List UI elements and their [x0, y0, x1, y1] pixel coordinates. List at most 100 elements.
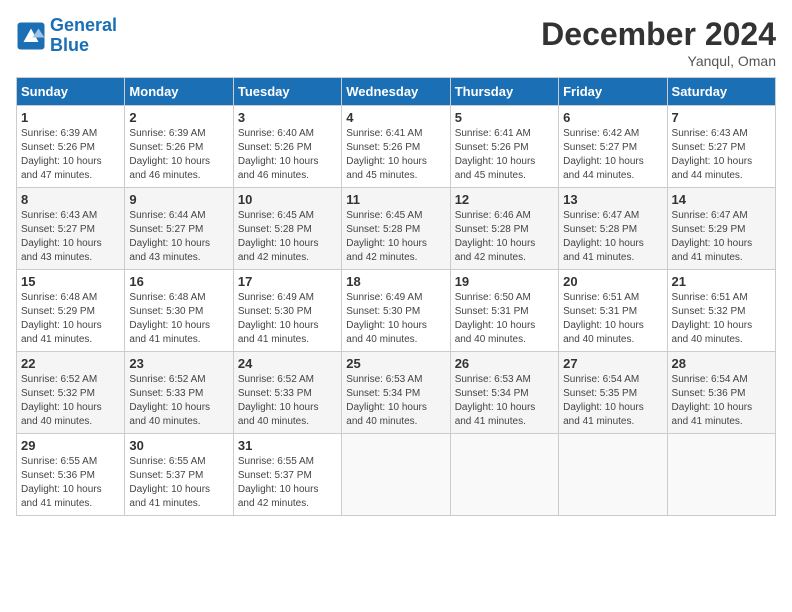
- day-number: 5: [455, 110, 554, 125]
- weekday-header-row: SundayMondayTuesdayWednesdayThursdayFrid…: [17, 78, 776, 106]
- weekday-header: Tuesday: [233, 78, 341, 106]
- day-info: Sunrise: 6:51 AM Sunset: 5:31 PM Dayligh…: [563, 291, 662, 347]
- day-info: Sunrise: 6:41 AM Sunset: 5:26 PM Dayligh…: [455, 127, 554, 183]
- day-info: Sunrise: 6:42 AM Sunset: 5:27 PM Dayligh…: [563, 127, 662, 183]
- day-info: Sunrise: 6:43 AM Sunset: 5:27 PM Dayligh…: [21, 209, 120, 265]
- day-info: Sunrise: 6:52 AM Sunset: 5:32 PM Dayligh…: [21, 373, 120, 429]
- calendar-cell: 24 Sunrise: 6:52 AM Sunset: 5:33 PM Dayl…: [233, 352, 341, 434]
- calendar-cell: 27 Sunrise: 6:54 AM Sunset: 5:35 PM Dayl…: [559, 352, 667, 434]
- day-number: 7: [672, 110, 771, 125]
- day-info: Sunrise: 6:45 AM Sunset: 5:28 PM Dayligh…: [346, 209, 445, 265]
- day-number: 30: [129, 438, 228, 453]
- calendar-cell: [559, 434, 667, 516]
- day-info: Sunrise: 6:39 AM Sunset: 5:26 PM Dayligh…: [21, 127, 120, 183]
- calendar-cell: 7 Sunrise: 6:43 AM Sunset: 5:27 PM Dayli…: [667, 106, 775, 188]
- day-info: Sunrise: 6:46 AM Sunset: 5:28 PM Dayligh…: [455, 209, 554, 265]
- day-number: 12: [455, 192, 554, 207]
- calendar-cell: 12 Sunrise: 6:46 AM Sunset: 5:28 PM Dayl…: [450, 188, 558, 270]
- day-number: 20: [563, 274, 662, 289]
- day-number: 25: [346, 356, 445, 371]
- day-number: 15: [21, 274, 120, 289]
- title-area: December 2024 Yanqul, Oman: [541, 16, 776, 69]
- day-info: Sunrise: 6:43 AM Sunset: 5:27 PM Dayligh…: [672, 127, 771, 183]
- day-number: 31: [238, 438, 337, 453]
- day-number: 4: [346, 110, 445, 125]
- day-info: Sunrise: 6:54 AM Sunset: 5:36 PM Dayligh…: [672, 373, 771, 429]
- day-info: Sunrise: 6:41 AM Sunset: 5:26 PM Dayligh…: [346, 127, 445, 183]
- calendar-cell: 13 Sunrise: 6:47 AM Sunset: 5:28 PM Dayl…: [559, 188, 667, 270]
- day-number: 11: [346, 192, 445, 207]
- calendar-cell: 10 Sunrise: 6:45 AM Sunset: 5:28 PM Dayl…: [233, 188, 341, 270]
- day-number: 6: [563, 110, 662, 125]
- calendar-cell: 15 Sunrise: 6:48 AM Sunset: 5:29 PM Dayl…: [17, 270, 125, 352]
- day-number: 9: [129, 192, 228, 207]
- day-number: 1: [21, 110, 120, 125]
- calendar-cell: 25 Sunrise: 6:53 AM Sunset: 5:34 PM Dayl…: [342, 352, 450, 434]
- month-title: December 2024: [541, 16, 776, 53]
- day-number: 24: [238, 356, 337, 371]
- day-info: Sunrise: 6:52 AM Sunset: 5:33 PM Dayligh…: [238, 373, 337, 429]
- day-number: 27: [563, 356, 662, 371]
- day-info: Sunrise: 6:53 AM Sunset: 5:34 PM Dayligh…: [346, 373, 445, 429]
- day-number: 26: [455, 356, 554, 371]
- day-info: Sunrise: 6:49 AM Sunset: 5:30 PM Dayligh…: [238, 291, 337, 347]
- calendar-week-row: 8 Sunrise: 6:43 AM Sunset: 5:27 PM Dayli…: [17, 188, 776, 270]
- calendar-cell: 26 Sunrise: 6:53 AM Sunset: 5:34 PM Dayl…: [450, 352, 558, 434]
- calendar-cell: 17 Sunrise: 6:49 AM Sunset: 5:30 PM Dayl…: [233, 270, 341, 352]
- day-info: Sunrise: 6:48 AM Sunset: 5:29 PM Dayligh…: [21, 291, 120, 347]
- logo-icon: [16, 21, 46, 51]
- day-number: 14: [672, 192, 771, 207]
- day-info: Sunrise: 6:45 AM Sunset: 5:28 PM Dayligh…: [238, 209, 337, 265]
- weekday-header: Sunday: [17, 78, 125, 106]
- day-number: 23: [129, 356, 228, 371]
- calendar-cell: 11 Sunrise: 6:45 AM Sunset: 5:28 PM Dayl…: [342, 188, 450, 270]
- weekday-header: Wednesday: [342, 78, 450, 106]
- day-number: 16: [129, 274, 228, 289]
- calendar-cell: 2 Sunrise: 6:39 AM Sunset: 5:26 PM Dayli…: [125, 106, 233, 188]
- day-info: Sunrise: 6:44 AM Sunset: 5:27 PM Dayligh…: [129, 209, 228, 265]
- calendar-week-row: 15 Sunrise: 6:48 AM Sunset: 5:29 PM Dayl…: [17, 270, 776, 352]
- day-info: Sunrise: 6:54 AM Sunset: 5:35 PM Dayligh…: [563, 373, 662, 429]
- calendar-cell: 16 Sunrise: 6:48 AM Sunset: 5:30 PM Dayl…: [125, 270, 233, 352]
- day-number: 22: [21, 356, 120, 371]
- calendar-cell: 23 Sunrise: 6:52 AM Sunset: 5:33 PM Dayl…: [125, 352, 233, 434]
- weekday-header: Monday: [125, 78, 233, 106]
- calendar-cell: 3 Sunrise: 6:40 AM Sunset: 5:26 PM Dayli…: [233, 106, 341, 188]
- day-number: 8: [21, 192, 120, 207]
- day-info: Sunrise: 6:52 AM Sunset: 5:33 PM Dayligh…: [129, 373, 228, 429]
- day-info: Sunrise: 6:55 AM Sunset: 5:36 PM Dayligh…: [21, 455, 120, 511]
- day-number: 18: [346, 274, 445, 289]
- calendar-cell: 30 Sunrise: 6:55 AM Sunset: 5:37 PM Dayl…: [125, 434, 233, 516]
- calendar-cell: 4 Sunrise: 6:41 AM Sunset: 5:26 PM Dayli…: [342, 106, 450, 188]
- calendar-cell: 6 Sunrise: 6:42 AM Sunset: 5:27 PM Dayli…: [559, 106, 667, 188]
- day-info: Sunrise: 6:55 AM Sunset: 5:37 PM Dayligh…: [238, 455, 337, 511]
- calendar-cell: 19 Sunrise: 6:50 AM Sunset: 5:31 PM Dayl…: [450, 270, 558, 352]
- calendar-table: SundayMondayTuesdayWednesdayThursdayFrid…: [16, 77, 776, 516]
- calendar-week-row: 29 Sunrise: 6:55 AM Sunset: 5:36 PM Dayl…: [17, 434, 776, 516]
- calendar-cell: 22 Sunrise: 6:52 AM Sunset: 5:32 PM Dayl…: [17, 352, 125, 434]
- day-number: 10: [238, 192, 337, 207]
- day-number: 17: [238, 274, 337, 289]
- calendar-cell: 9 Sunrise: 6:44 AM Sunset: 5:27 PM Dayli…: [125, 188, 233, 270]
- calendar-cell: 8 Sunrise: 6:43 AM Sunset: 5:27 PM Dayli…: [17, 188, 125, 270]
- day-number: 29: [21, 438, 120, 453]
- calendar-week-row: 22 Sunrise: 6:52 AM Sunset: 5:32 PM Dayl…: [17, 352, 776, 434]
- weekday-header: Thursday: [450, 78, 558, 106]
- calendar-cell: 21 Sunrise: 6:51 AM Sunset: 5:32 PM Dayl…: [667, 270, 775, 352]
- calendar-cell: [342, 434, 450, 516]
- day-number: 21: [672, 274, 771, 289]
- day-info: Sunrise: 6:47 AM Sunset: 5:28 PM Dayligh…: [563, 209, 662, 265]
- day-number: 13: [563, 192, 662, 207]
- day-info: Sunrise: 6:40 AM Sunset: 5:26 PM Dayligh…: [238, 127, 337, 183]
- day-info: Sunrise: 6:49 AM Sunset: 5:30 PM Dayligh…: [346, 291, 445, 347]
- day-info: Sunrise: 6:55 AM Sunset: 5:37 PM Dayligh…: [129, 455, 228, 511]
- calendar-cell: [667, 434, 775, 516]
- day-number: 28: [672, 356, 771, 371]
- calendar-cell: 14 Sunrise: 6:47 AM Sunset: 5:29 PM Dayl…: [667, 188, 775, 270]
- calendar-cell: 31 Sunrise: 6:55 AM Sunset: 5:37 PM Dayl…: [233, 434, 341, 516]
- calendar-cell: 20 Sunrise: 6:51 AM Sunset: 5:31 PM Dayl…: [559, 270, 667, 352]
- weekday-header: Friday: [559, 78, 667, 106]
- calendar-cell: [450, 434, 558, 516]
- day-info: Sunrise: 6:53 AM Sunset: 5:34 PM Dayligh…: [455, 373, 554, 429]
- logo: General Blue: [16, 16, 117, 56]
